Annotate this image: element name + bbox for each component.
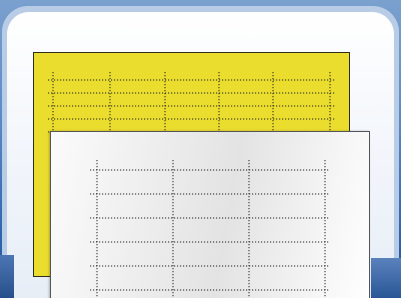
white-label-grid (90, 160, 330, 298)
